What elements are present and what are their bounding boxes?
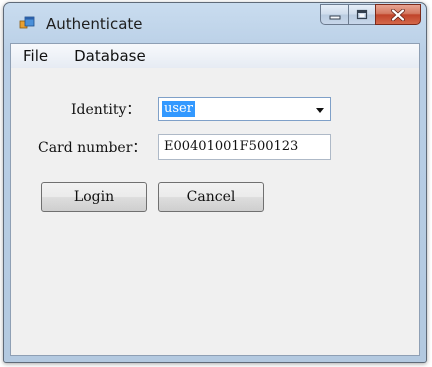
close-icon <box>391 8 405 21</box>
minimize-button[interactable] <box>320 4 348 25</box>
card-number-label: Card number： <box>38 140 147 156</box>
app-icon <box>19 16 35 29</box>
menu-bar: File Database <box>11 44 419 68</box>
identity-label: Identity： <box>71 102 141 118</box>
menu-database[interactable]: Database <box>62 44 160 68</box>
client-area: File Database Identity： user Card number… <box>10 43 420 356</box>
identity-select[interactable]: user <box>158 97 331 121</box>
identity-select-value: user <box>162 101 195 117</box>
cancel-button[interactable]: Cancel <box>158 182 264 212</box>
menu-file[interactable]: File <box>11 44 62 68</box>
login-button[interactable]: Login <box>41 182 147 212</box>
card-number-input[interactable]: E00401001F500123 <box>158 134 331 160</box>
close-button[interactable] <box>375 4 421 25</box>
caption-buttons <box>320 4 421 26</box>
window-title: Authenticate <box>46 15 143 33</box>
maximize-icon <box>356 9 368 20</box>
maximize-button[interactable] <box>348 4 375 25</box>
authenticate-window: Authenticate File Database Identity： use… <box>3 2 427 363</box>
dropdown-arrow-icon[interactable] <box>313 105 327 115</box>
minimize-icon <box>329 15 340 19</box>
title-bar[interactable]: Authenticate <box>4 3 426 43</box>
